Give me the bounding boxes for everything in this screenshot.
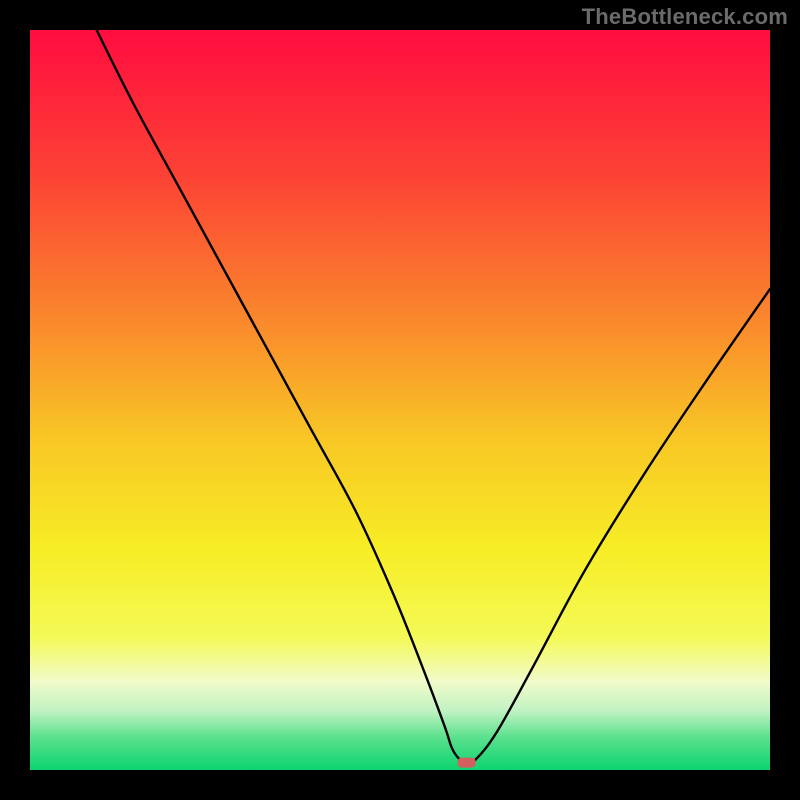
watermark-text: TheBottleneck.com [582,4,788,30]
bottleneck-chart [30,30,770,770]
minimum-marker [458,758,476,768]
chart-frame: TheBottleneck.com [0,0,800,800]
plot-background [30,30,770,770]
